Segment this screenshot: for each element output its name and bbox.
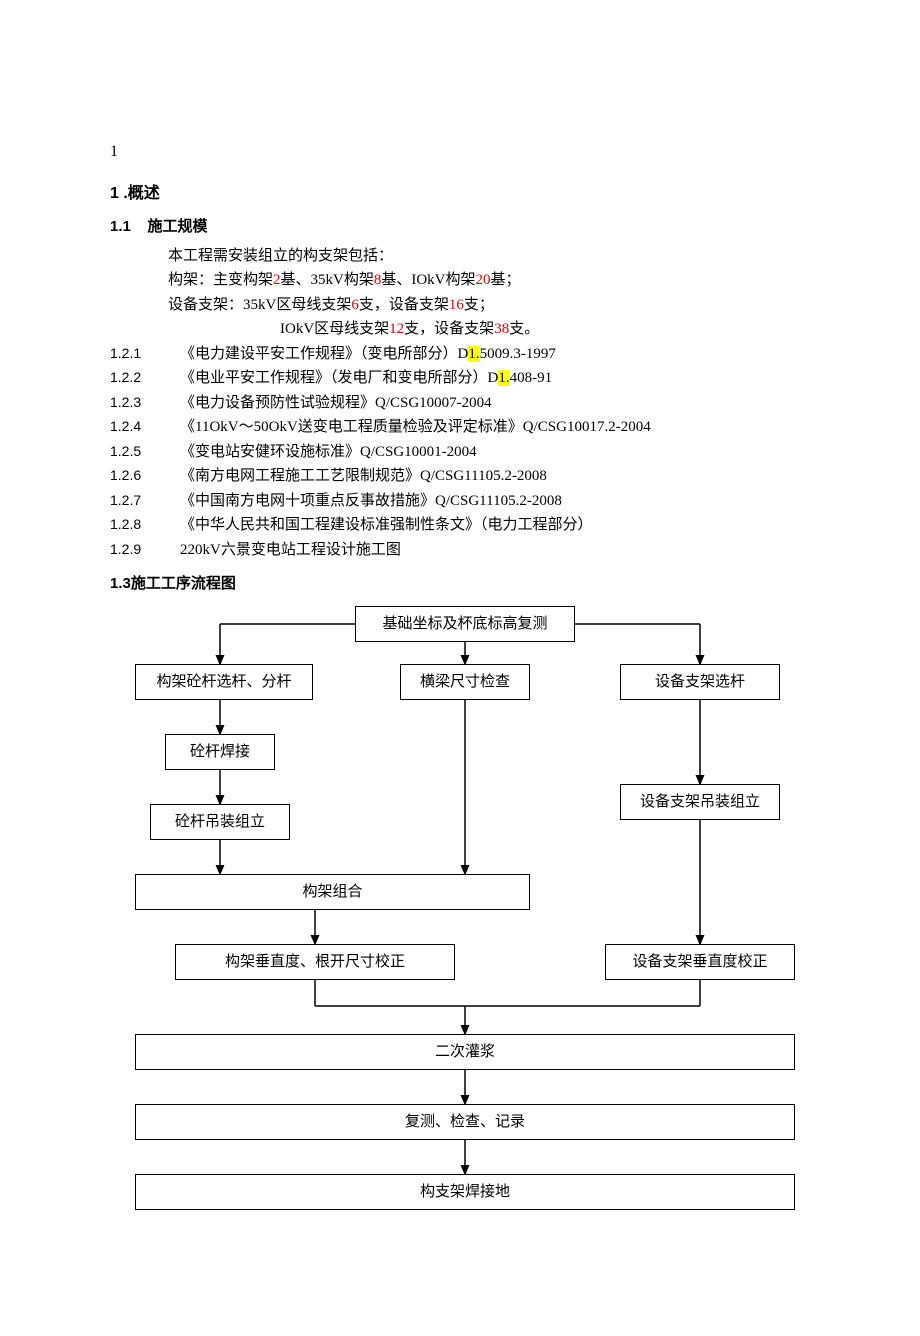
section-11-title: 施工规模 [148,218,208,235]
ref-num: 1.2.2 [110,367,160,390]
ref-post: 408-91 [510,370,553,386]
ref-text: 《11OkV～50OkV送变电工程质量检验及评定标准》Q/CSG10017.2-… [180,416,651,439]
flow-b3: 构支架焊接地 [135,1174,795,1211]
flowchart: 基础坐标及杯底标高复测 构架砼杆选杆、分杆 横梁尺寸检查 设备支架选杆 砼杆焊接… [110,606,820,1276]
section-13-heading: 1.3施工工序流程图 [110,573,820,596]
page-number: 1 [110,140,820,164]
flow-left-4: 构架组合 [135,874,530,911]
flow-left-5: 构架垂直度、根开尺寸校正 [175,944,455,981]
ref-item: 1.2.2 《电业平安工作规程》（发电厂和变电所部分）D1.408-91 [110,367,820,390]
intro-paragraph: 本工程需安装组立的构支架包括： [110,245,820,268]
flow-left-2: 砼杆焊接 [165,734,275,771]
frame-val-3: 20 [476,272,491,288]
ref-num: 1.2.9 [110,539,160,562]
ref-num: 1.2.6 [110,465,160,488]
ref-text: 220kV六景变电站工程设计施工图 [180,539,401,562]
equip2-suffix: 支。 [509,321,539,337]
equip2-prefix: IOkV区母线支架 [280,321,389,337]
frame-mid-1: 基、35kV构架 [281,272,374,288]
ref-item: 1.2.8 《中华人民共和国工程建设标准强制性条文》（电力工程部分） [110,514,820,537]
ref-text: 《变电站安健环设施标准》Q/CSG10001-2004 [180,441,477,464]
section-1-heading: 1 .概述 [110,182,820,206]
section-11-heading: 1.1 施工规模 [110,216,820,239]
ref-text: 《中华人民共和国工程建设标准强制性条文》（电力工程部分） [180,514,593,537]
equip-mid-1: 支，设备支架 [359,297,449,313]
section-1-num: 1 [110,185,119,202]
frame-prefix: 构架：主变构架 [168,272,273,288]
equip-line-1: 设备支架：35kV区母线支架6支，设备支架16支； [110,294,820,317]
ref-text: 《电力建设平安工作规程》（变电所部分）D1.5009.3-1997 [180,343,556,366]
section-11-num: 1.1 [110,218,131,235]
ref-item: 1.2.4 《11OkV～50OkV送变电工程质量检验及评定标准》Q/CSG100… [110,416,820,439]
frame-suffix: 基； [491,272,521,288]
ref-post: 5009.3-1997 [480,346,556,362]
flow-right-1: 设备支架选杆 [620,664,780,701]
ref-num: 1.2.7 [110,490,160,513]
frame-line: 构架：主变构架2基、35kV构架8基、IOkV构架20基； [110,269,820,292]
equip-val-1: 6 [351,297,359,313]
section-1-title: .概述 [123,185,159,202]
ref-highlight: 1. [468,346,479,362]
flow-right-3: 设备支架垂直度校正 [605,944,795,981]
ref-text: 《中国南方电网十项重点反事故措施》Q/CSG11105.2-2008 [180,490,562,513]
equip2-val-1: 12 [389,321,404,337]
equip2-val-2: 38 [494,321,509,337]
equip-val-2: 16 [449,297,464,313]
ref-text: 《南方电网工程施工工艺限制规范》Q/CSG11105.2-2008 [180,465,547,488]
ref-item: 1.2.3 《电力设备预防性试验规程》Q/CSG10007-2004 [110,392,820,415]
ref-num: 1.2.4 [110,416,160,439]
ref-item: 1.2.6 《南方电网工程施工工艺限制规范》Q/CSG11105.2-2008 [110,465,820,488]
equip-prefix: 设备支架：35kV区母线支架 [168,297,351,313]
flow-left-3: 砼杆吊装组立 [150,804,290,841]
ref-item: 1.2.7 《中国南方电网十项重点反事故措施》Q/CSG11105.2-2008 [110,490,820,513]
ref-num: 1.2.3 [110,392,160,415]
frame-mid-2: 基、IOkV构架 [381,272,475,288]
frame-val-1: 2 [273,272,281,288]
ref-item: 1.2.5 《变电站安健环设施标准》Q/CSG10001-2004 [110,441,820,464]
flow-mid-1: 横梁尺寸检查 [400,664,530,701]
equip2-mid: 支，设备支架 [404,321,494,337]
ref-highlight: 1. [498,370,509,386]
ref-num: 1.2.1 [110,343,160,366]
flow-b2: 复测、检查、记录 [135,1104,795,1141]
ref-num: 1.2.8 [110,514,160,537]
ref-pre: 《电业平安工作规程》（发电厂和变电所部分）D [180,370,498,386]
ref-text: 《电业平安工作规程》（发电厂和变电所部分）D1.408-91 [180,367,552,390]
ref-text: 《电力设备预防性试验规程》Q/CSG10007-2004 [180,392,492,415]
equip-line-2: IOkV区母线支架12支，设备支架38支。 [110,318,820,341]
flow-b1: 二次灌浆 [135,1034,795,1071]
flow-left-1: 构架砼杆选杆、分杆 [135,664,313,701]
flow-top: 基础坐标及杯底标高复测 [355,606,575,643]
reference-list: 1.2.1《电力建设平安工作规程》（变电所部分）D1.5009.3-1997 1… [110,343,820,562]
ref-pre: 《电力建设平安工作规程》（变电所部分）D [180,346,468,362]
equip-suffix-1: 支； [464,297,494,313]
ref-item: 1.2.1 《电力建设平安工作规程》（变电所部分）D1.5009.3-1997 [110,343,820,366]
ref-num: 1.2.5 [110,441,160,464]
flow-right-2: 设备支架吊装组立 [620,784,780,821]
ref-item: 1.2.9 220kV六景变电站工程设计施工图 [110,539,820,562]
